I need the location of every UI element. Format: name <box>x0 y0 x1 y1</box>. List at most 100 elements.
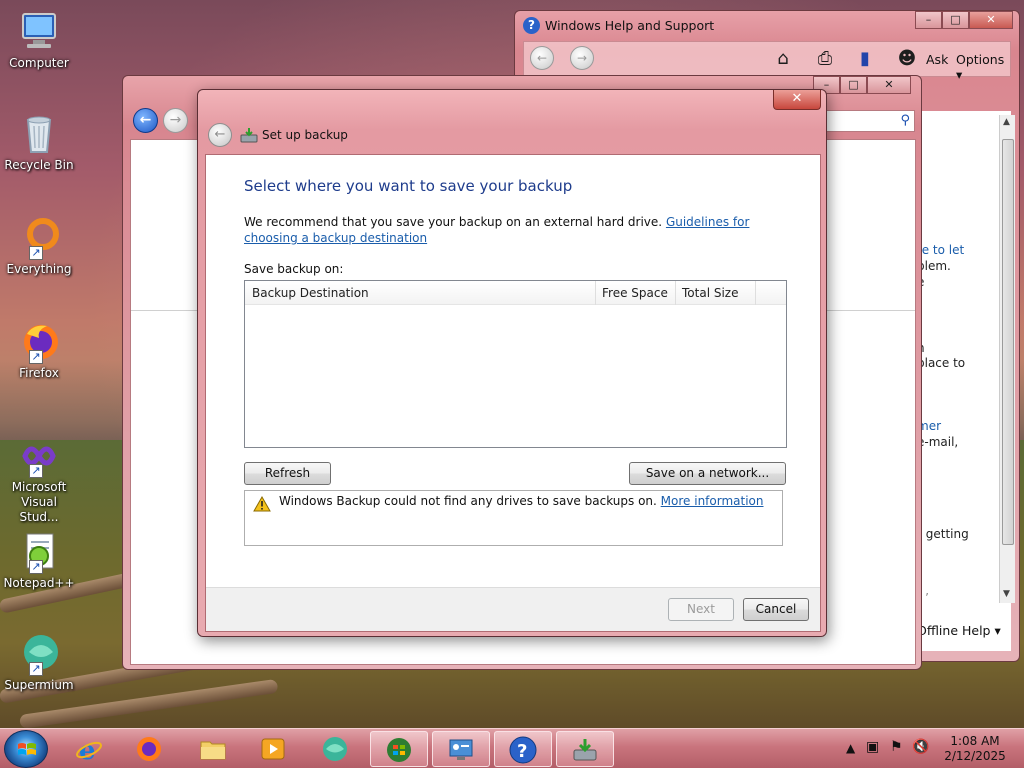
help-toolbar: ← → ⌂ ⎙ ▮ ☻ Ask Options ▾ <box>523 41 1011 82</box>
offline-help-button[interactable]: Offline Help ▾ <box>917 623 1001 638</box>
scroll-up-icon[interactable]: ▲ <box>1003 117 1010 127</box>
help-snippet: te to let <box>917 243 965 257</box>
save-backup-on-label: Save backup on: <box>244 262 344 276</box>
taskbar-control-panel[interactable] <box>432 731 490 767</box>
supermium-icon <box>321 735 349 763</box>
dialog-title: Set up backup <box>262 128 348 142</box>
chevron-down-icon: ▾ <box>956 67 963 82</box>
desktop-icon-supermium[interactable]: ↗ Supermium <box>2 632 76 693</box>
close-button[interactable]: ✕ <box>969 11 1013 29</box>
search-icon: ⚲ <box>900 113 910 128</box>
svg-text:?: ? <box>517 741 527 762</box>
scroll-down-icon[interactable]: ▼ <box>1003 589 1010 599</box>
browse-help-icon[interactable]: ▮ <box>854 48 876 70</box>
desktop-icon-label: Everything <box>6 262 72 276</box>
column-header-free-space[interactable]: Free Space <box>602 286 668 300</box>
refresh-button[interactable]: Refresh <box>244 462 331 485</box>
recommend-paragraph: We recommend that you save your backup o… <box>244 214 794 246</box>
network-icon[interactable]: ▣ <box>866 739 879 755</box>
folder-icon <box>199 735 227 763</box>
forward-icon[interactable]: → <box>570 46 594 70</box>
minimize-button[interactable]: – <box>915 11 942 29</box>
setup-backup-dialog[interactable]: ✕ ← Set up backup Select where you want … <box>197 89 827 637</box>
recommend-text: We recommend that you save your backup o… <box>244 215 663 229</box>
warning-icon <box>253 495 271 512</box>
help-icon: ? <box>509 736 537 764</box>
supermium-icon: ↗ <box>17 632 61 676</box>
maximize-button[interactable]: □ <box>840 76 867 94</box>
taskbar-windows-update[interactable] <box>370 731 428 767</box>
taskbar-help[interactable]: ? <box>494 731 552 767</box>
back-icon[interactable]: ← <box>133 108 158 133</box>
shortcut-arrow-icon: ↗ <box>29 464 43 478</box>
taskbar-ie[interactable]: e <box>60 731 118 767</box>
back-icon[interactable]: ← <box>208 123 232 147</box>
dialog-close-button[interactable]: ✕ <box>773 90 821 110</box>
help-content-area <box>915 111 1011 651</box>
taskbar-supermium[interactable] <box>306 731 364 767</box>
system-clock[interactable]: 1:08 AM 2/12/2025 <box>930 734 1020 764</box>
scroll-thumb[interactable] <box>1002 139 1014 545</box>
forward-icon[interactable]: → <box>163 108 188 133</box>
start-button[interactable] <box>4 730 48 768</box>
show-hidden-icons-icon[interactable]: ▲ <box>846 741 855 755</box>
list-header: Backup Destination Free Space Total Size <box>245 281 786 305</box>
everything-icon: ↗ <box>17 216 61 260</box>
help-snippet: r getting <box>917 527 969 541</box>
desktop-icon-recycle-bin[interactable]: Recycle Bin <box>2 112 76 173</box>
volume-muted-icon[interactable]: 🔇 <box>912 739 929 755</box>
shortcut-arrow-icon: ↗ <box>29 662 43 676</box>
firefox-icon: ↗ <box>17 320 61 364</box>
cancel-button[interactable]: Cancel <box>743 598 809 621</box>
back-icon[interactable]: ← <box>530 46 554 70</box>
taskbar: e ? ▲ ▣ ⚑ 🔇 1:08 AM 2/12/2025 <box>0 728 1024 768</box>
taskbar-media-player[interactable] <box>244 731 302 767</box>
dialog-body: Select where you want to save your backu… <box>205 154 821 632</box>
ask-button[interactable]: Ask <box>926 52 948 67</box>
computer-icon <box>17 10 61 54</box>
desktop-icon-label: Microsoft Visual Stud... <box>2 480 76 525</box>
column-header-destination[interactable]: Backup Destination <box>252 286 369 300</box>
windows-logo-icon <box>18 743 36 755</box>
taskbar-firefox[interactable] <box>120 731 178 767</box>
column-header-total-size[interactable]: Total Size <box>682 286 738 300</box>
media-player-icon <box>259 735 287 763</box>
search-input[interactable]: ⚲ <box>826 110 915 132</box>
print-icon[interactable]: ⎙ <box>814 48 836 70</box>
taskbar-explorer[interactable] <box>184 731 242 767</box>
backup-destination-list[interactable]: Backup Destination Free Space Total Size <box>244 280 787 448</box>
next-button[interactable]: Next <box>668 598 734 621</box>
warning-box: Windows Backup could not find any drives… <box>244 490 783 546</box>
desktop-icon-label: Supermium <box>4 678 74 692</box>
home-icon[interactable]: ⌂ <box>772 48 794 70</box>
recycle-bin-icon <box>17 112 61 156</box>
shortcut-arrow-icon: ↗ <box>29 560 43 574</box>
internet-explorer-icon: e <box>75 735 103 766</box>
desktop-icon-label-text: Microsoft Visual Stud... <box>11 480 67 524</box>
desktop-icon-label: Computer <box>9 56 69 70</box>
windows-orb-icon <box>385 736 413 764</box>
action-center-flag-icon[interactable]: ⚑ <box>890 739 903 755</box>
backup-icon <box>571 736 599 764</box>
save-on-network-button[interactable]: Save on a network... <box>629 462 786 485</box>
chevron-down-icon: ▾ <box>994 623 1001 638</box>
help-scrollbar[interactable]: ▲ ▼ <box>999 115 1015 603</box>
ask-people-icon[interactable]: ☻ <box>896 48 918 70</box>
desktop-icon-visual-studio[interactable]: ↗ Microsoft Visual Stud... <box>2 434 76 525</box>
control-panel-icon <box>447 736 475 764</box>
warning-message: Windows Backup could not find any drives… <box>279 494 764 508</box>
desktop-icon-firefox[interactable]: ↗ Firefox <box>2 320 76 381</box>
options-button[interactable]: Options ▾ <box>956 52 1010 82</box>
shortcut-arrow-icon: ↗ <box>29 350 43 364</box>
desktop-icon-everything[interactable]: ↗ Everything <box>2 216 76 277</box>
warning-text: Windows Backup could not find any drives… <box>279 494 657 508</box>
help-snippet: e-mail, <box>917 435 959 449</box>
options-label: Options <box>956 52 1005 67</box>
taskbar-backup[interactable] <box>556 731 614 767</box>
close-button[interactable]: ✕ <box>867 76 911 94</box>
firefox-icon <box>135 735 163 763</box>
more-information-link[interactable]: More information <box>661 494 764 508</box>
desktop-icon-computer[interactable]: Computer <box>2 10 76 71</box>
desktop-icon-notepadpp[interactable]: ↗ Notepad++ <box>2 530 76 591</box>
maximize-button[interactable]: □ <box>942 11 969 29</box>
